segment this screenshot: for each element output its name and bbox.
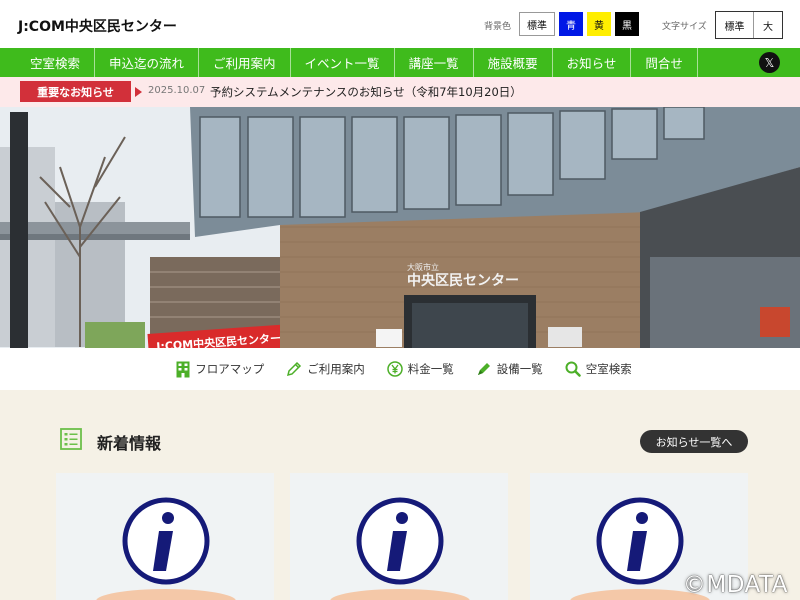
- news-card[interactable]: [290, 473, 508, 600]
- nav-item-courses[interactable]: 講座一覧: [395, 48, 474, 77]
- font-size-standard-button[interactable]: 標準: [716, 12, 754, 38]
- quick-link-usage-guide[interactable]: ご利用案内: [286, 361, 365, 377]
- bg-standard-button[interactable]: 標準: [519, 12, 555, 36]
- info-icon: [96, 497, 236, 600]
- main-nav: 空室検索 申込迄の流れ ご利用案内 イベント一覧 講座一覧 施設概要 お知らせ …: [0, 48, 800, 77]
- bg-blue-button[interactable]: 青: [559, 12, 583, 36]
- font-size-label: 文字サイズ: [662, 22, 707, 32]
- building-icon: [176, 361, 190, 377]
- nav-item-news[interactable]: お知らせ: [553, 48, 632, 77]
- bg-color-label: 背景色: [484, 22, 512, 32]
- site-header: J:COM中央区民センター 背景色 標準 青 黄 黒 文字サイズ 標準 大: [0, 0, 800, 48]
- x-social-icon[interactable]: 𝕏: [759, 52, 780, 73]
- bg-black-button[interactable]: 黒: [615, 12, 639, 36]
- bg-color-switcher: 標準 青 黄 黒: [519, 12, 639, 36]
- nav-item-contact[interactable]: 問合せ: [631, 48, 698, 77]
- pen-icon: [477, 363, 490, 375]
- quick-link-equipment[interactable]: 設備一覧: [476, 361, 543, 377]
- triangle-right-icon: [135, 87, 142, 97]
- hero-sign-large: 中央区民センター: [407, 272, 519, 289]
- important-notice-bar: 重要なお知らせ 2025.10.07 予約システムメンテナンスのお知らせ（令和7…: [0, 77, 800, 107]
- site-title[interactable]: J:COM中央区民センター: [18, 16, 177, 36]
- nav-item-application-flow[interactable]: 申込迄の流れ: [95, 48, 200, 77]
- search-icon: [565, 361, 581, 377]
- yen-icon: [387, 361, 403, 377]
- quick-links: フロアマップ ご利用案内 料金一覧 設備一覧 空室検索: [0, 348, 800, 390]
- bg-yellow-button[interactable]: 黄: [587, 12, 611, 36]
- nav-item-usage-guide[interactable]: ご利用案内: [199, 48, 291, 77]
- quick-link-label: フロアマップ: [195, 362, 265, 376]
- nav-item-vacancy-search[interactable]: 空室検索: [16, 48, 96, 77]
- quick-link-label: 料金一覧: [407, 362, 454, 376]
- info-icon: [330, 497, 470, 600]
- nav-item-facility[interactable]: 施設概要: [474, 48, 553, 77]
- font-size-switcher: 標準 大: [715, 11, 783, 39]
- news-section: 新着情報 お知らせ一覧へ: [0, 390, 800, 600]
- quick-link-label: ご利用案内: [307, 362, 365, 376]
- quick-link-fees[interactable]: 料金一覧: [387, 361, 454, 377]
- pencil-icon: [287, 361, 302, 377]
- list-icon: [60, 428, 82, 450]
- font-size-large-button[interactable]: 大: [754, 12, 782, 38]
- quick-link-vacancy-search[interactable]: 空室検索: [565, 361, 632, 377]
- quick-link-label: 設備一覧: [496, 362, 543, 376]
- notice-link[interactable]: 予約システムメンテナンスのお知らせ（令和7年10月20日）: [210, 84, 522, 100]
- news-card[interactable]: [56, 473, 274, 600]
- nav-item-events[interactable]: イベント一覧: [291, 48, 395, 77]
- important-notice-badge: 重要なお知らせ: [20, 81, 131, 102]
- quick-link-label: 空室検索: [585, 362, 632, 376]
- copyright-watermark: ©MDATA: [682, 572, 788, 598]
- hero-image: J:COM中央区民センター 大阪市立 中央区民センター: [0, 107, 800, 348]
- news-title: 新着情報: [97, 434, 162, 453]
- hero-sign-small: 大阪市立: [407, 262, 439, 272]
- notice-date: 2025.10.07: [148, 85, 206, 96]
- quick-link-floor-map[interactable]: フロアマップ: [176, 361, 264, 378]
- news-all-button[interactable]: お知らせ一覧へ: [640, 430, 748, 453]
- building-photo: J:COM中央区民センター 大阪市立 中央区民センター: [0, 107, 800, 348]
